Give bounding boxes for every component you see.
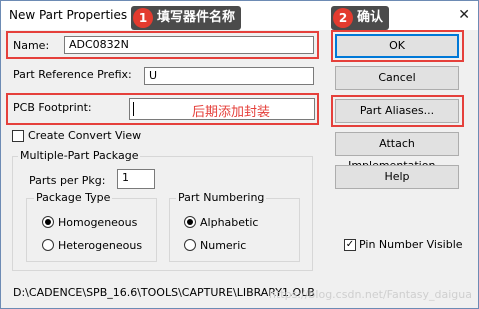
- step1-text: 填写器件名称: [157, 10, 236, 25]
- pin-number-visible-checkbox[interactable]: ✓: [344, 239, 356, 251]
- part-numbering-title: Part Numbering: [176, 191, 267, 204]
- step1-badge: 1: [133, 8, 153, 28]
- create-convert-checkbox[interactable]: [12, 130, 24, 142]
- pin-number-visible-label: Pin Number Visible: [359, 238, 463, 251]
- package-type-title: Package Type: [34, 191, 113, 204]
- parts-per-pkg-input[interactable]: 1: [117, 169, 155, 189]
- homogeneous-label: Homogeneous: [58, 216, 138, 229]
- dialog-window: New Part Properties ✕ Name: ADC0832N Par…: [0, 0, 479, 309]
- create-convert-label: Create Convert View: [28, 129, 142, 142]
- close-icon[interactable]: ✕: [458, 7, 470, 23]
- part-numbering-group: [169, 198, 300, 262]
- window-title: New Part Properties: [9, 8, 128, 22]
- alphabetic-radio[interactable]: [184, 216, 196, 228]
- package-type-group: [26, 198, 157, 262]
- numeric-label: Numeric: [200, 239, 247, 252]
- multipart-group-title: Multiple-Part Package: [18, 149, 141, 162]
- numeric-radio[interactable]: [184, 239, 196, 251]
- step1-annotation: 1 填写器件名称: [131, 6, 242, 30]
- footprint-highlight: [6, 93, 319, 125]
- heterogeneous-label: Heterogeneous: [58, 239, 143, 252]
- alphabetic-label: Alphabetic: [200, 216, 259, 229]
- parts-per-pkg-label: Parts per Pkg:: [29, 174, 106, 187]
- help-button[interactable]: Help: [335, 165, 459, 189]
- step2-text: 确认: [357, 10, 384, 25]
- prefix-input[interactable]: U: [144, 67, 314, 85]
- ok-highlight: [331, 30, 464, 62]
- heterogeneous-radio[interactable]: [42, 239, 54, 251]
- step2-badge: 2: [333, 8, 353, 28]
- watermark-text: https://blog.csdn.net/Fantasy_daigua: [269, 288, 472, 301]
- attach-implementation-button[interactable]: Attach Implementation...: [335, 132, 459, 172]
- homogeneous-radio[interactable]: [42, 216, 54, 228]
- step2-annotation: 2 确认: [331, 6, 390, 30]
- cancel-button[interactable]: Cancel: [335, 66, 459, 90]
- name-highlight: [6, 31, 319, 59]
- prefix-label: Part Reference Prefix:: [13, 68, 132, 81]
- aliases-highlight: [331, 95, 464, 127]
